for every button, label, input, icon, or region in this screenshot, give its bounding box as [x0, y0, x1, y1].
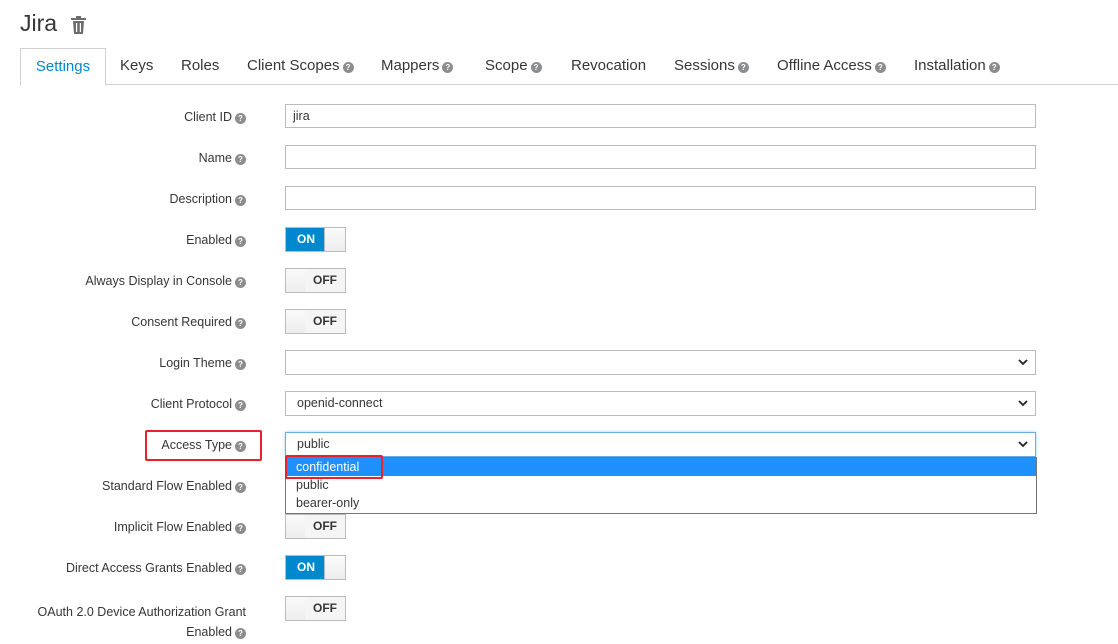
- tab-scope[interactable]: Scope?: [485, 48, 542, 83]
- tab-client-scopes[interactable]: Client Scopes?: [247, 48, 354, 83]
- help-icon[interactable]: ?: [235, 628, 246, 639]
- tab-bar: Settings Keys Roles Client Scopes? Mappe…: [20, 48, 1118, 86]
- client-id-label: Client ID?: [184, 110, 246, 124]
- tab-label: Settings: [35, 58, 91, 75]
- tab-offline-access[interactable]: Offline Access?: [777, 48, 886, 83]
- client-protocol-select[interactable]: openid-connect: [285, 391, 1036, 416]
- chevron-down-icon: [1018, 441, 1028, 448]
- toggle-knob: [286, 310, 307, 333]
- tab-label: Offline Access: [777, 57, 872, 74]
- help-icon[interactable]: ?: [235, 195, 246, 206]
- name-input[interactable]: [285, 145, 1036, 169]
- help-icon[interactable]: ?: [235, 277, 246, 288]
- chevron-down-icon: [1018, 359, 1028, 366]
- tab-label: Installation: [914, 57, 986, 74]
- enabled-label: Enabled?: [186, 233, 246, 247]
- help-icon[interactable]: ?: [235, 359, 246, 370]
- tab-label: Keys: [120, 57, 154, 74]
- help-icon[interactable]: ?: [235, 564, 246, 575]
- toggle-off-label: OFF: [305, 269, 345, 292]
- annotation-highlight-label: [145, 430, 262, 461]
- tab-label: Client Scopes: [247, 57, 340, 74]
- help-icon[interactable]: ?: [988, 62, 1000, 73]
- help-icon[interactable]: ?: [342, 62, 354, 73]
- consent-required-toggle[interactable]: OFF: [285, 309, 346, 334]
- help-icon[interactable]: ?: [874, 62, 886, 73]
- toggle-off-label: OFF: [305, 310, 345, 333]
- tab-label: Sessions: [674, 57, 735, 74]
- toggle-knob: [286, 597, 307, 620]
- access-type-dropdown-list: confidential public bearer-only: [285, 457, 1037, 514]
- toggle-on-label: ON: [286, 228, 326, 251]
- login-theme-label: Login Theme?: [159, 356, 246, 370]
- tab-label: Scope: [485, 57, 528, 74]
- toggle-on-label: ON: [286, 556, 326, 579]
- toggle-knob: [324, 556, 345, 579]
- tab-roles[interactable]: Roles: [181, 48, 219, 83]
- tab-revocation[interactable]: Revocation: [571, 48, 646, 83]
- tab-label: Mappers: [381, 57, 440, 74]
- help-icon[interactable]: ?: [737, 62, 749, 73]
- help-icon[interactable]: ?: [442, 62, 454, 73]
- toggle-knob: [286, 515, 307, 538]
- option-confidential[interactable]: confidential: [286, 458, 1036, 476]
- tab-keys[interactable]: Keys: [120, 48, 153, 83]
- tab-sessions[interactable]: Sessions?: [674, 48, 749, 83]
- direct-access-label: Direct Access Grants Enabled?: [66, 561, 246, 575]
- page-title: Jira: [20, 10, 58, 36]
- description-input[interactable]: [285, 186, 1036, 210]
- name-label: Name?: [199, 151, 246, 165]
- tab-mappers[interactable]: Mappers?: [381, 48, 454, 83]
- standard-flow-label: Standard Flow Enabled?: [102, 479, 246, 493]
- trash-icon[interactable]: [70, 16, 87, 34]
- help-icon[interactable]: ?: [235, 482, 246, 493]
- direct-access-toggle[interactable]: ON: [285, 555, 346, 580]
- client-id-input[interactable]: jira: [285, 104, 1036, 128]
- client-protocol-label: Client Protocol?: [151, 397, 246, 411]
- description-label: Description?: [169, 192, 246, 206]
- help-icon[interactable]: ?: [530, 62, 542, 73]
- option-public[interactable]: public: [286, 476, 1036, 494]
- toggle-knob: [286, 269, 307, 292]
- help-icon[interactable]: ?: [235, 154, 246, 165]
- tab-label: Revocation: [571, 57, 647, 74]
- help-icon[interactable]: ?: [235, 236, 246, 247]
- consent-required-label: Consent Required?: [131, 315, 246, 329]
- enabled-toggle[interactable]: ON: [285, 227, 346, 252]
- help-icon[interactable]: ?: [235, 113, 246, 124]
- tab-installation[interactable]: Installation?: [914, 48, 1000, 83]
- implicit-flow-label: Implicit Flow Enabled?: [114, 520, 246, 534]
- option-bearer-only[interactable]: bearer-only: [286, 494, 1036, 512]
- implicit-flow-toggle[interactable]: OFF: [285, 514, 346, 539]
- help-icon[interactable]: ?: [235, 400, 246, 411]
- annotation-highlight-option: [285, 455, 383, 479]
- toggle-knob: [324, 228, 345, 251]
- help-icon[interactable]: ?: [235, 523, 246, 534]
- chevron-down-icon: [1018, 400, 1028, 407]
- device-grant-toggle[interactable]: OFF: [285, 596, 346, 621]
- toggle-off-label: OFF: [305, 515, 345, 538]
- help-icon[interactable]: ?: [235, 318, 246, 329]
- login-theme-select[interactable]: [285, 350, 1036, 375]
- always-display-label: Always Display in Console?: [85, 274, 246, 288]
- toggle-off-label: OFF: [305, 597, 345, 620]
- tab-settings[interactable]: Settings: [20, 48, 106, 86]
- tab-label: Roles: [181, 57, 220, 74]
- access-type-select[interactable]: public: [285, 432, 1036, 457]
- always-display-toggle[interactable]: OFF: [285, 268, 346, 293]
- device-grant-label: OAuth 2.0 Device Authorization Grant Enab…: [37, 605, 246, 639]
